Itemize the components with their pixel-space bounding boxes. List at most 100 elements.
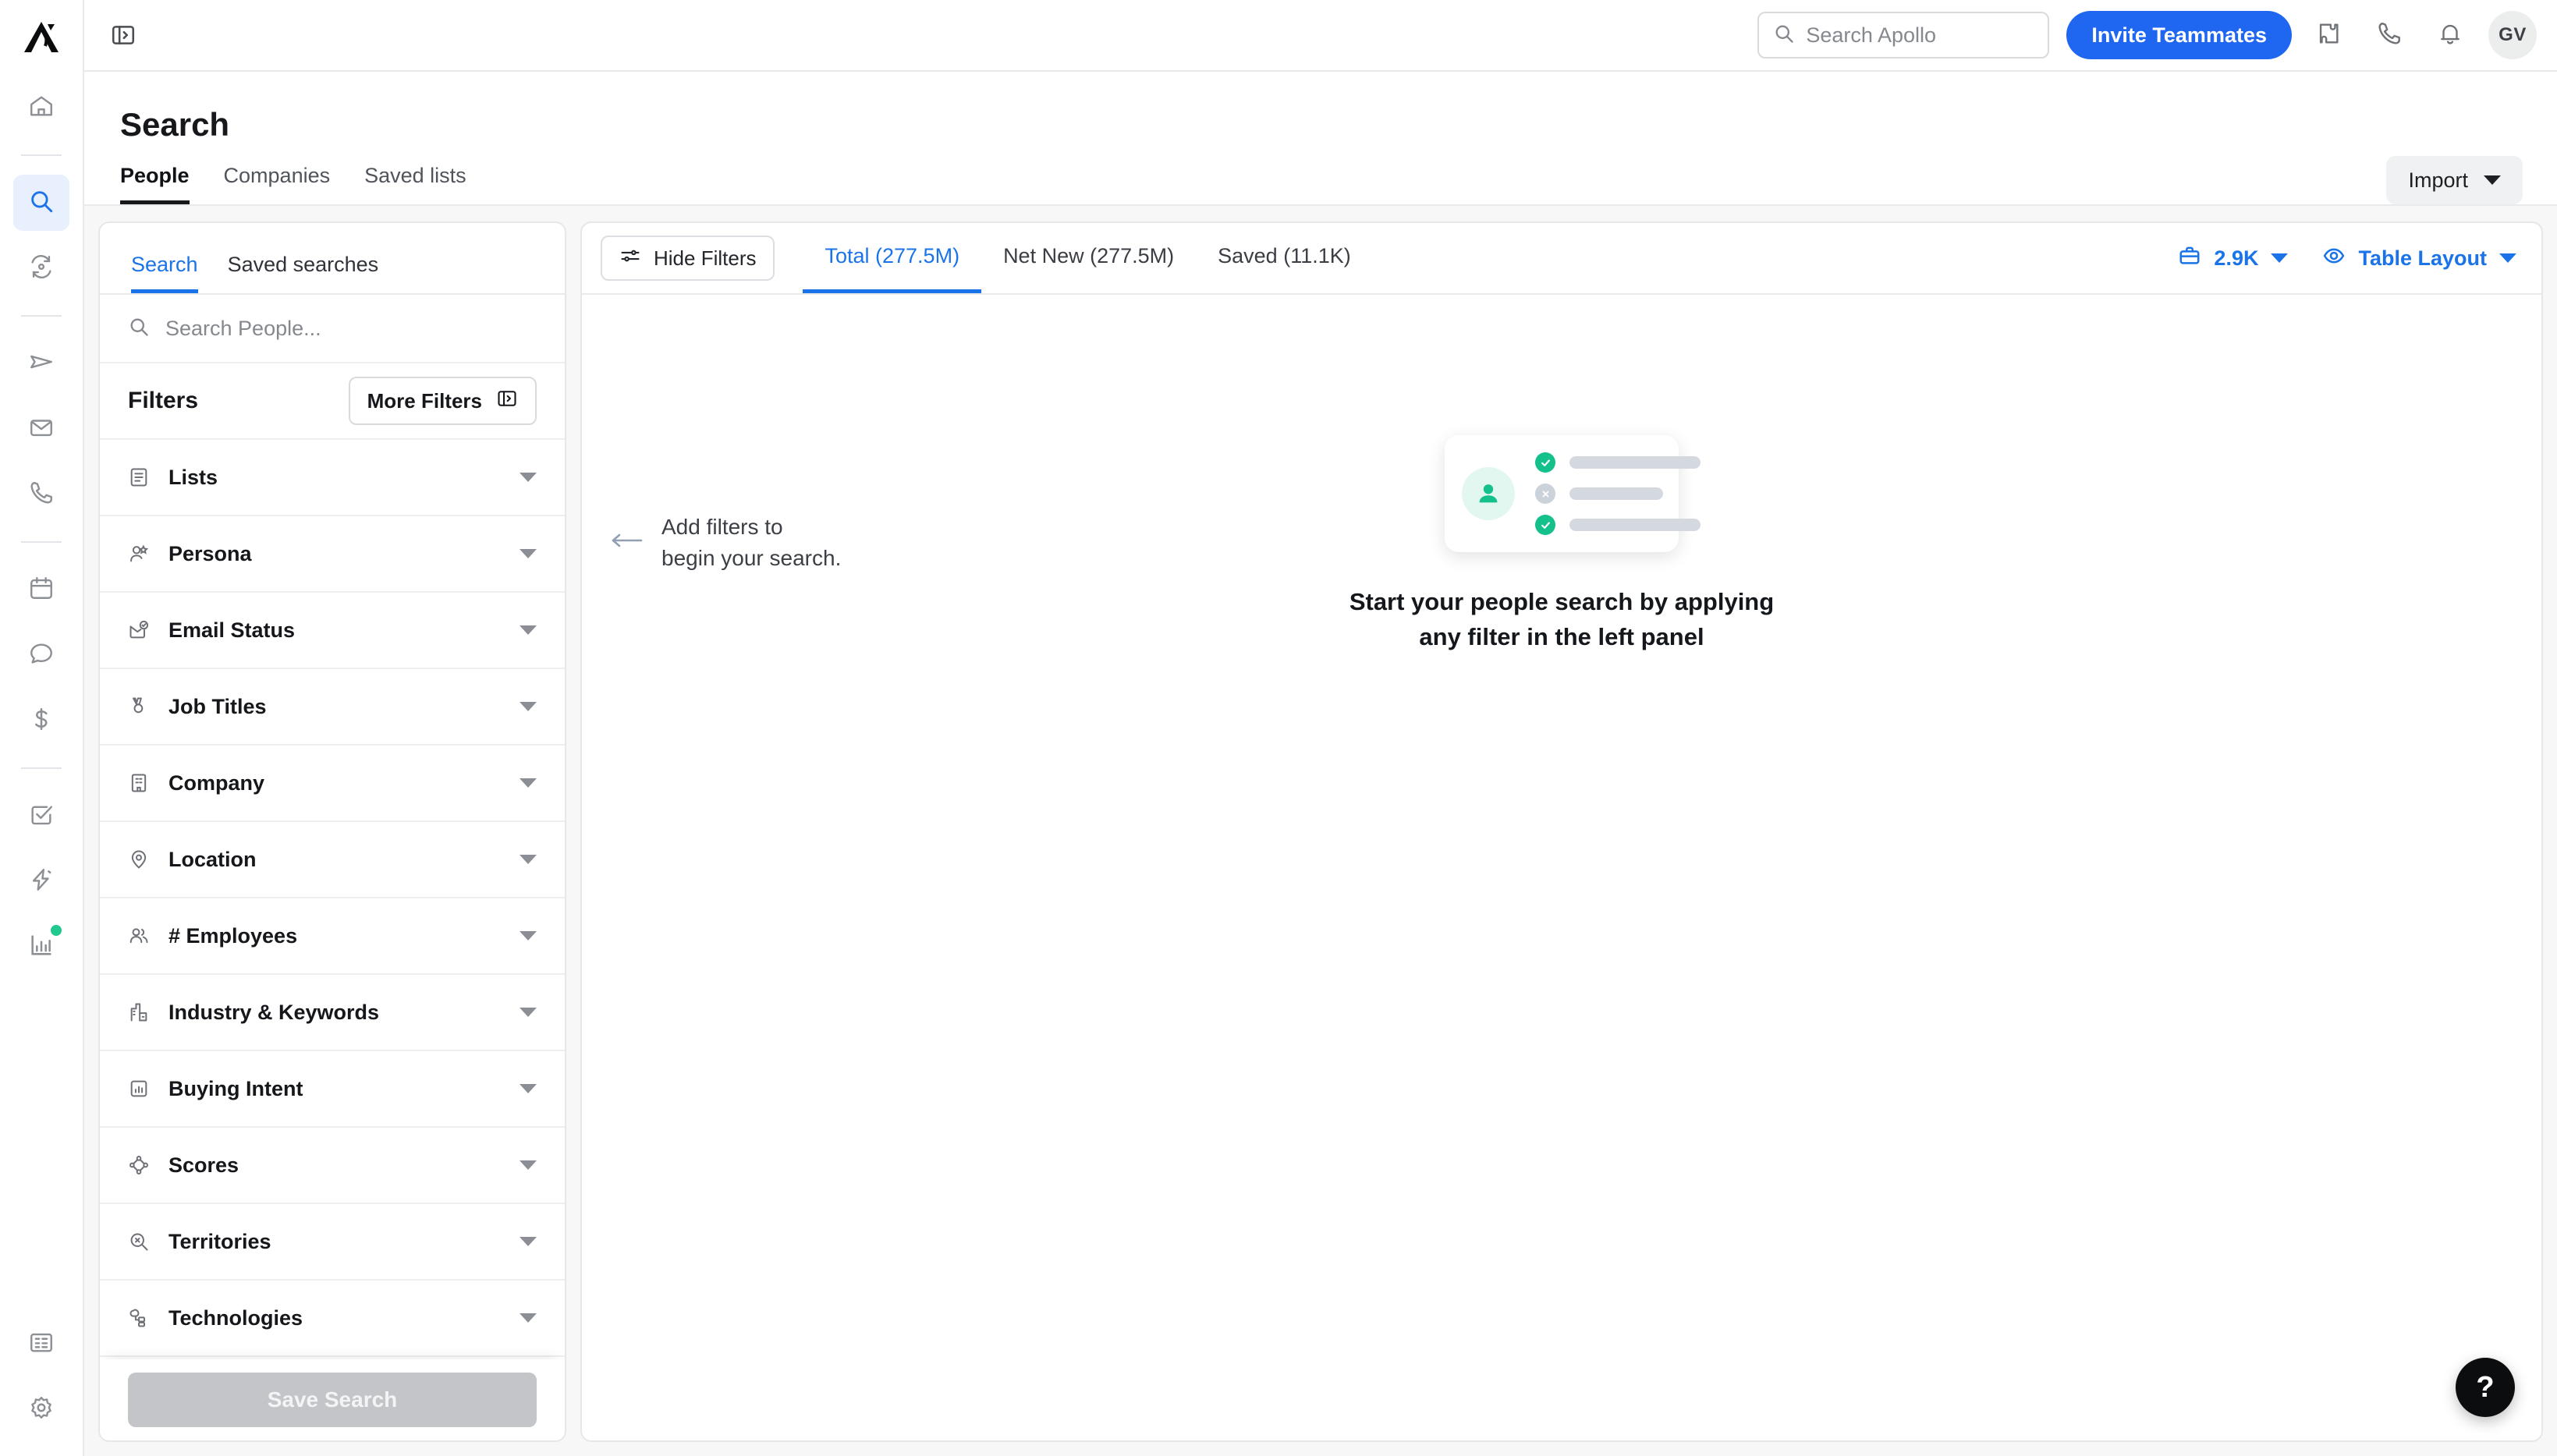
chevron-down-icon (520, 1084, 537, 1093)
help-button[interactable]: ? (2456, 1358, 2515, 1417)
territories-icon (128, 1231, 150, 1252)
results-tab-net-new[interactable]: Net New (277.5M) (981, 223, 1196, 293)
rail-item-settings[interactable] (13, 1381, 69, 1437)
more-filters-button[interactable]: More Filters (349, 377, 537, 425)
tab-companies[interactable]: Companies (224, 164, 331, 204)
filter-label: Location (168, 848, 501, 872)
filters-tab-saved-searches[interactable]: Saved searches (228, 253, 379, 293)
hide-filters-label: Hide Filters (654, 246, 756, 271)
filter-label: Territories (168, 1230, 501, 1254)
filter-row-buying-intent[interactable]: Buying Intent (100, 1051, 565, 1128)
page-body: Search Saved searches Search People... F… (84, 206, 2557, 1456)
invite-teammates-button[interactable]: Invite Teammates (2066, 11, 2292, 59)
main-column: Search Apollo Invite Teammates (84, 0, 2557, 1456)
rail-item-deals[interactable] (13, 693, 69, 749)
filter-row-territories[interactable]: Territories (100, 1204, 565, 1281)
table-layout-dropdown[interactable]: Table Layout (2322, 244, 2516, 273)
filter-row-lists[interactable]: Lists (100, 440, 565, 516)
rail-item-meetings[interactable] (13, 561, 69, 618)
results-tab-saved[interactable]: Saved (11.1K) (1196, 223, 1373, 293)
scores-icon (128, 1154, 150, 1176)
rail-item-search[interactable] (13, 175, 69, 231)
filter-label: Scores (168, 1153, 501, 1178)
credits-dropdown[interactable]: 2.9K (2178, 244, 2288, 273)
filter-row-location[interactable]: Location (100, 822, 565, 898)
rail-item-sequences[interactable] (13, 335, 69, 391)
eye-icon (2322, 244, 2346, 273)
search-icon (128, 316, 150, 342)
rail-divider (21, 315, 62, 317)
placeholder-bar (1569, 519, 1701, 531)
notifications-button[interactable] (2426, 11, 2474, 59)
rail-item-calls[interactable] (13, 466, 69, 523)
rail-group-bottom (0, 1311, 83, 1456)
rail-item-notes[interactable] (13, 1316, 69, 1372)
filter-label: Company (168, 771, 501, 795)
tab-people[interactable]: People (120, 164, 190, 204)
results-tab-total[interactable]: Total (277.5M) (803, 223, 981, 293)
chevron-down-icon (520, 473, 537, 482)
filters-title: Filters (128, 388, 198, 414)
dialer-button[interactable] (2365, 11, 2413, 59)
filter-row-scores[interactable]: Scores (100, 1128, 565, 1204)
chevron-down-icon (520, 702, 537, 711)
filters-list: Lists Persona (100, 440, 565, 1359)
rail-item-tasks[interactable] (13, 788, 69, 844)
illustration-row (1535, 452, 1701, 473)
chat-bubble-icon (28, 640, 55, 671)
filter-row-job-titles[interactable]: Job Titles (100, 669, 565, 746)
filter-row-company[interactable]: Company (100, 746, 565, 822)
rail-group-engage (0, 331, 83, 527)
page-title: Search (120, 106, 2523, 143)
placeholder-bar (1569, 456, 1701, 469)
home-icon (28, 93, 55, 123)
search-icon (28, 188, 55, 218)
filter-row-persona[interactable]: Persona (100, 516, 565, 593)
rail-item-emails[interactable] (13, 401, 69, 457)
chevron-down-icon (520, 931, 537, 941)
empty-state: Start your people search by applying any… (582, 435, 2541, 655)
rail-item-conversations[interactable] (13, 627, 69, 683)
illustration-rows (1535, 452, 1701, 535)
filter-row-industry-keywords[interactable]: Industry & Keywords (100, 975, 565, 1051)
chevron-down-icon (520, 778, 537, 788)
illustration-row (1535, 515, 1701, 535)
rail-item-home[interactable] (13, 80, 69, 136)
chevron-down-icon (520, 1237, 537, 1246)
empty-title-line-2: any filter in the left panel (1419, 623, 1704, 650)
rail-item-workflows[interactable] (13, 853, 69, 909)
enrich-refresh-icon (28, 253, 55, 284)
location-pin-icon (128, 848, 150, 870)
filter-row-num-employees[interactable]: # Employees (100, 898, 565, 975)
search-icon (1773, 23, 1795, 48)
filters-footer: Save Search (100, 1359, 565, 1440)
save-search-button[interactable]: Save Search (128, 1373, 537, 1427)
filter-row-technologies[interactable]: Technologies (100, 1281, 565, 1357)
illustration-row (1535, 484, 1701, 504)
filters-panel: Search Saved searches Search People... F… (98, 221, 566, 1442)
intent-bars-icon (128, 1078, 150, 1100)
rail-group-tools (0, 783, 83, 980)
import-button[interactable]: Import (2386, 156, 2523, 204)
puzzle-extension-icon (2315, 20, 2342, 51)
panel-expand-icon (496, 388, 518, 415)
global-search-input[interactable]: Search Apollo (1757, 12, 2049, 58)
rail-group-home (0, 75, 83, 140)
extension-button[interactable] (2304, 11, 2353, 59)
technologies-icon (128, 1307, 150, 1329)
filter-row-email-status[interactable]: Email Status (100, 593, 565, 669)
rail-item-enrich[interactable] (13, 240, 69, 296)
empty-state-illustration (1445, 435, 1679, 552)
results-toolbar: Hide Filters Total (277.5M) Net New (277… (582, 223, 2541, 295)
apollo-logo[interactable] (0, 0, 83, 75)
avatar[interactable]: GV (2488, 11, 2537, 59)
app-root: Search Apollo Invite Teammates (0, 0, 2557, 1456)
tab-saved-lists[interactable]: Saved lists (364, 164, 466, 204)
filters-tab-search[interactable]: Search (131, 253, 198, 293)
search-people-input[interactable]: Search People... (100, 295, 565, 363)
email-status-icon (128, 619, 150, 641)
panel-expand-icon[interactable] (106, 18, 140, 52)
phone-icon (28, 480, 55, 510)
rail-item-analytics[interactable] (13, 919, 69, 975)
hide-filters-button[interactable]: Hide Filters (601, 236, 775, 281)
